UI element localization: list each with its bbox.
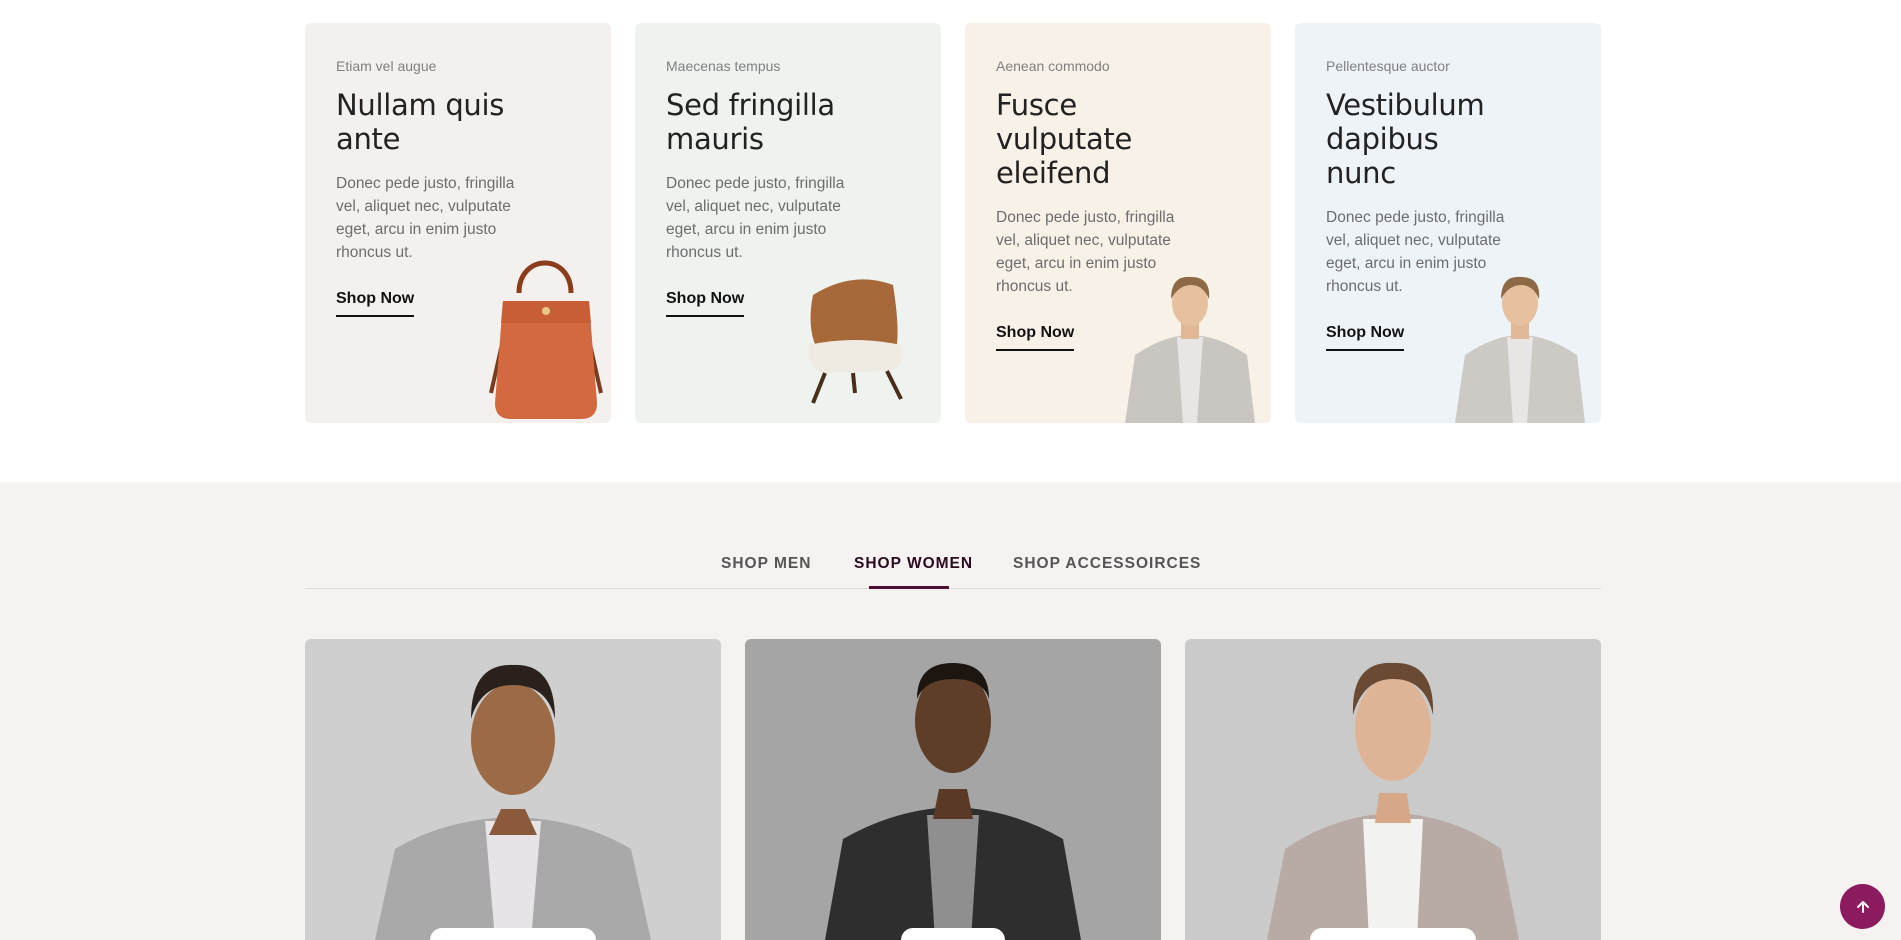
- tabs-divider: [305, 588, 1601, 589]
- handbag-image: [489, 260, 603, 419]
- product-photo: [1267, 662, 1519, 940]
- promo-card: Aenean commodo Fusce vulputate eleifend …: [965, 23, 1271, 423]
- quick-view-pill[interactable]: [1310, 928, 1476, 940]
- tab-shop-women[interactable]: SHOP WOMEN: [854, 555, 973, 573]
- promo-card: Maecenas tempus Sed fringilla mauris Don…: [635, 23, 941, 423]
- shop-now-link[interactable]: Shop Now: [336, 290, 415, 317]
- product-photo: [825, 663, 1081, 940]
- back-to-top-button[interactable]: [1840, 884, 1885, 929]
- promo-card: Etiam vel augue Nullam quis ante Donec p…: [305, 23, 611, 423]
- card-title: Sed fringilla mauris: [666, 88, 835, 156]
- product-card[interactable]: [745, 639, 1161, 940]
- product-grid: [305, 639, 1601, 940]
- promo-section: Etiam vel augue Nullam quis ante Donec p…: [0, 0, 1901, 482]
- quick-view-pill[interactable]: [430, 928, 596, 940]
- card-description: Donec pede justo, fringilla vel, aliquet…: [666, 175, 845, 261]
- armchair-image: [808, 279, 903, 404]
- tab-shop-men[interactable]: SHOP MEN: [721, 555, 811, 573]
- tab-shop-accessories[interactable]: SHOP ACCESSOIRCES: [1013, 555, 1201, 573]
- arrow-up-icon: [1856, 900, 1869, 913]
- model-image: [1125, 276, 1255, 423]
- card-title: Fusce vulputate eleifend: [996, 88, 1133, 190]
- card-description: Donec pede justo, fringilla vel, aliquet…: [336, 175, 515, 261]
- card-eyebrow: Aenean commodo: [996, 58, 1110, 74]
- card-title: Vestibulum dapibus nunc: [1326, 88, 1485, 190]
- product-photo: [375, 664, 651, 940]
- model-image: [1455, 276, 1585, 423]
- shop-tabs-section: SHOP MEN SHOP WOMEN SHOP ACCESSOIRCES: [0, 482, 1901, 940]
- quick-view-pill[interactable]: [901, 928, 1005, 940]
- card-eyebrow: Etiam vel augue: [336, 58, 437, 74]
- card-eyebrow: Maecenas tempus: [666, 58, 781, 74]
- shop-now-link[interactable]: Shop Now: [996, 324, 1075, 351]
- shop-now-link[interactable]: Shop Now: [1326, 324, 1405, 351]
- product-card[interactable]: [1185, 639, 1601, 940]
- shop-now-link[interactable]: Shop Now: [666, 290, 745, 317]
- product-card[interactable]: [305, 639, 721, 940]
- active-tab-indicator: [869, 586, 949, 589]
- card-eyebrow: Pellentesque auctor: [1326, 58, 1450, 74]
- category-tabs: SHOP MEN SHOP WOMEN SHOP ACCESSOIRCES: [0, 555, 1901, 595]
- card-title: Nullam quis ante: [336, 88, 505, 156]
- promo-cards: Etiam vel augue Nullam quis ante Donec p…: [305, 23, 1601, 423]
- promo-card: Pellentesque auctor Vestibulum dapibus n…: [1295, 23, 1601, 423]
